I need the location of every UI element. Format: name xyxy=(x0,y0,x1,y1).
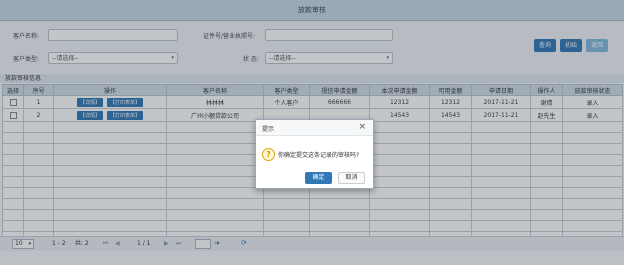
question-icon: ? xyxy=(262,148,275,161)
cancel-button[interactable]: 取消 xyxy=(338,172,365,184)
close-icon[interactable]: × xyxy=(358,122,366,132)
dialog-message: 你确定提交这条记录的审核吗? xyxy=(278,152,360,159)
confirm-button[interactable]: 确定 xyxy=(305,172,332,184)
dialog-header: 提示 × xyxy=(256,120,373,136)
confirm-dialog: 提示 × ? 你确定提交这条记录的审核吗? 确定 取消 xyxy=(255,119,374,189)
dialog-title: 提示 xyxy=(262,126,275,133)
